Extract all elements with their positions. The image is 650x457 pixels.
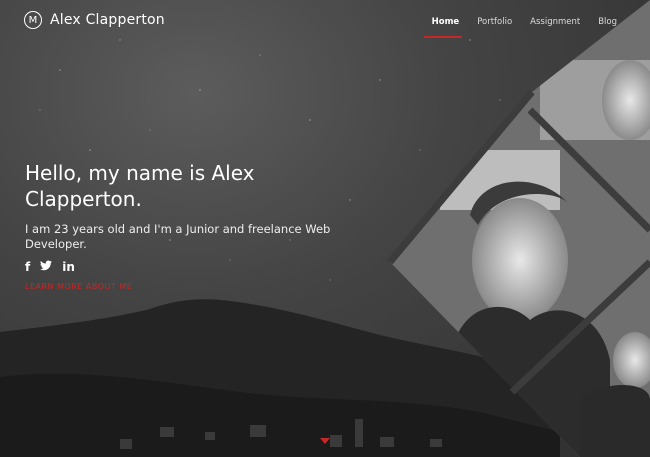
twitter-icon[interactable]	[40, 260, 53, 274]
hero-section: Hello, my name is Alex Clapperton. I am …	[25, 160, 335, 291]
active-nav-indicator	[423, 36, 462, 38]
facebook-icon[interactable]: f	[25, 260, 30, 274]
hero-title: Hello, my name is Alex Clapperton.	[25, 161, 255, 211]
nav-label-portfolio: Portfolio	[477, 17, 513, 27]
nav-item-home[interactable]: Home	[423, 17, 462, 38]
scroll-down-arrow-icon[interactable]	[320, 438, 330, 444]
nav-item-blog[interactable]: Blog	[598, 17, 617, 27]
nav-label-blog: Blog	[598, 17, 617, 27]
nav-label-home: Home	[431, 17, 460, 27]
hero-subtitle: I am 23 years old and I'm a Junior and f…	[25, 222, 331, 251]
learn-more-link[interactable]: LEARN MORE ABOUT ME	[25, 282, 335, 291]
nav-label-assignment: Assignment	[530, 17, 581, 27]
site-name: Alex Clapperton	[50, 12, 165, 28]
nav-item-assignment[interactable]: Assignment	[530, 17, 580, 27]
social-links: f in	[25, 260, 335, 274]
logo-mark-icon: M	[24, 11, 42, 29]
main-nav: Home Portfolio Assignment Blog	[423, 17, 617, 38]
nav-item-portfolio[interactable]: Portfolio	[477, 17, 512, 27]
site-logo[interactable]: M Alex Clapperton	[24, 11, 165, 29]
linkedin-icon[interactable]: in	[62, 260, 75, 274]
